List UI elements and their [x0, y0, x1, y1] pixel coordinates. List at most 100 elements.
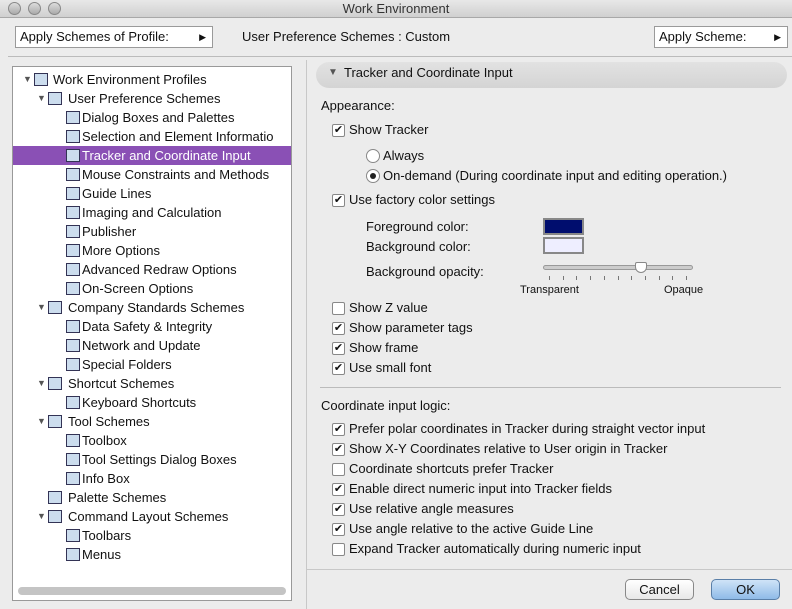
tree-item[interactable]: Data Safety & Integrity — [13, 317, 291, 336]
tree-item[interactable]: Tracker and Coordinate Input — [13, 146, 291, 165]
slider-tick — [603, 276, 605, 280]
settings-page-icon — [66, 434, 80, 447]
close-window-button[interactable] — [8, 2, 21, 15]
logic-option-checkbox[interactable]: ✔ — [332, 503, 345, 516]
ok-button[interactable]: OK — [711, 579, 780, 600]
logic-option-checkbox[interactable]: ✔ — [332, 523, 345, 536]
slider-tick — [672, 276, 674, 280]
slider-tick — [686, 276, 687, 280]
opacity-min-label: Transparent — [520, 284, 579, 296]
cancel-button[interactable]: Cancel — [625, 579, 694, 600]
logic-option-checkbox[interactable] — [332, 543, 345, 556]
factory-colors-checkbox[interactable]: ✔ — [332, 194, 345, 207]
logic-option-label: Use relative angle measures — [349, 501, 514, 516]
tree-horizontal-scrollbar[interactable] — [18, 587, 286, 595]
tree-item[interactable]: Dialog Boxes and Palettes — [13, 108, 291, 127]
tree-item-label: Shortcut Schemes — [68, 376, 175, 391]
appearance-option-label: Show Z value — [349, 300, 428, 315]
settings-page-icon — [66, 168, 80, 181]
apply-schemes-of-profile-button[interactable]: Apply Schemes of Profile: ▶ — [15, 26, 213, 48]
tree-item[interactable]: Tool Settings Dialog Boxes — [13, 450, 291, 469]
appearance-option-checkbox[interactable]: ✔ — [332, 362, 345, 375]
tree-item[interactable]: Toolbars — [13, 526, 291, 545]
slider-tick — [631, 276, 633, 280]
tree-item-label: Company Standards Schemes — [68, 300, 245, 315]
logic-heading: Coordinate input logic: — [321, 398, 451, 413]
logic-option-label: Coordinate shortcuts prefer Tracker — [349, 461, 554, 476]
tree-item[interactable]: ▼ User Preference Schemes — [13, 89, 291, 108]
tree-item[interactable]: ▼ Tool Schemes — [13, 412, 291, 431]
tree-item-label: On-Screen Options — [82, 281, 194, 296]
appearance-option-checkbox[interactable] — [332, 302, 345, 315]
tree-item[interactable]: Publisher — [13, 222, 291, 241]
opacity-label: Background opacity: — [366, 264, 484, 279]
slider-tick — [658, 276, 660, 280]
logic-option-label: Show X-Y Coordinates relative to User or… — [349, 441, 668, 456]
tree-item[interactable]: On-Screen Options — [13, 279, 291, 298]
tree-item[interactable]: Network and Update — [13, 336, 291, 355]
logic-option-checkbox[interactable]: ✔ — [332, 443, 345, 456]
settings-page-icon — [66, 225, 80, 238]
appearance-option-checkbox[interactable]: ✔ — [332, 322, 345, 335]
splitter[interactable] — [306, 60, 307, 609]
settings-page-icon — [66, 358, 80, 371]
appearance-option-label: Show frame — [349, 340, 419, 355]
tracker-mode-radio[interactable] — [366, 149, 380, 163]
tree-item[interactable]: Imaging and Calculation — [13, 203, 291, 222]
tree-item[interactable]: Advanced Redraw Options — [13, 260, 291, 279]
scheme-folder-icon — [48, 301, 62, 314]
tree-item[interactable]: Menus — [13, 545, 291, 564]
tree-item-label: Tracker and Coordinate Input — [82, 148, 251, 163]
appearance-heading: Appearance: — [321, 98, 395, 113]
foreground-color-swatch[interactable] — [543, 218, 584, 235]
apply-scheme-button[interactable]: Apply Scheme: ▶ — [654, 26, 788, 48]
slider-tick — [562, 276, 564, 280]
profiles-tree[interactable]: ▼ Work Environment Profiles ▼ User Preferen… — [12, 66, 292, 601]
tree-item[interactable]: ▼ Company Standards Schemes — [13, 298, 291, 317]
settings-page-icon — [66, 149, 80, 162]
tree-item[interactable]: Special Folders — [13, 355, 291, 374]
disclosure-triangle-icon[interactable]: ▼ — [37, 507, 46, 526]
disclosure-triangle-icon[interactable]: ▼ — [37, 298, 46, 317]
appearance-option-label: Use small font — [349, 360, 432, 375]
scheme-folder-icon — [48, 510, 62, 523]
slider-tick — [644, 276, 646, 280]
settings-page-icon — [66, 548, 80, 561]
tree-item[interactable]: Keyboard Shortcuts — [13, 393, 291, 412]
tree-item[interactable]: Guide Lines — [13, 184, 291, 203]
tree-item[interactable]: ▼ Shortcut Schemes — [13, 374, 291, 393]
show-tracker-checkbox[interactable]: ✔ — [332, 124, 345, 137]
logic-option-checkbox[interactable] — [332, 463, 345, 476]
disclosure-triangle-icon[interactable]: ▼ — [23, 70, 32, 89]
tree-item[interactable]: Toolbox — [13, 431, 291, 450]
disclosure-triangle-icon[interactable]: ▼ — [37, 412, 46, 431]
scheme-folder-icon — [48, 377, 62, 390]
tree-item[interactable]: ▼ Command Layout Schemes — [13, 507, 291, 526]
tree-item[interactable]: ▼ Work Environment Profiles — [13, 70, 291, 89]
tree-item-label: Data Safety & Integrity — [82, 319, 213, 334]
background-color-swatch[interactable] — [543, 237, 584, 254]
title-bar: Work Environment — [0, 0, 792, 18]
apply-profile-label: Apply Schemes of Profile: — [20, 29, 169, 44]
slider-tick — [617, 276, 619, 280]
minimize-window-button[interactable] — [28, 2, 41, 15]
logic-option-checkbox[interactable]: ✔ — [332, 423, 345, 436]
disclosure-triangle-icon[interactable]: ▼ — [37, 374, 46, 393]
opacity-slider-track[interactable] — [543, 265, 693, 270]
logic-option-checkbox[interactable]: ✔ — [332, 483, 345, 496]
tree-item[interactable]: Mouse Constraints and Methods — [13, 165, 291, 184]
opacity-slider-thumb[interactable] — [634, 262, 647, 273]
tree-item[interactable]: Selection and Element Informatio — [13, 127, 291, 146]
slider-tick — [576, 276, 578, 280]
tree-item[interactable]: Palette Schemes — [13, 488, 291, 507]
zoom-window-button[interactable] — [48, 2, 61, 15]
tree-item[interactable]: Info Box — [13, 469, 291, 488]
tree-item-label: Dialog Boxes and Palettes — [82, 110, 235, 125]
tracker-mode-radio[interactable] — [366, 169, 380, 183]
appearance-option-checkbox[interactable]: ✔ — [332, 342, 345, 355]
disclosure-triangle-icon[interactable]: ▼ — [37, 89, 46, 108]
tree-item[interactable]: More Options — [13, 241, 291, 260]
tree-item-label: Toolbars — [82, 528, 132, 543]
appearance-option-label: Show parameter tags — [349, 320, 473, 335]
apply-scheme-label: Apply Scheme: — [659, 29, 747, 44]
